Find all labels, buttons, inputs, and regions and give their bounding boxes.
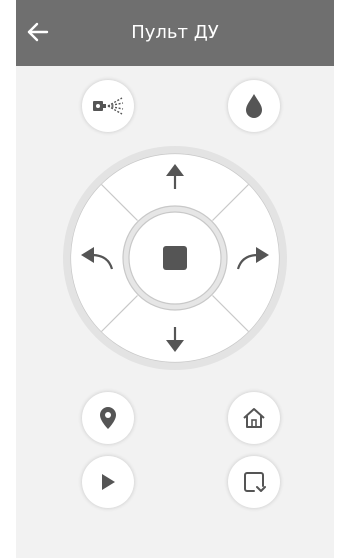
play-button[interactable] — [82, 456, 134, 508]
edge-square-icon — [244, 472, 266, 492]
home-icon — [243, 408, 265, 428]
stop-button[interactable] — [128, 211, 222, 305]
remote-control-screen: Пульт ДУ — [16, 0, 334, 558]
water-button[interactable] — [228, 80, 280, 132]
spray-button[interactable] — [82, 80, 134, 132]
home-button[interactable] — [228, 392, 280, 444]
direction-pad — [62, 145, 288, 371]
play-icon — [102, 474, 115, 490]
water-drop-icon — [246, 94, 262, 118]
app-header: Пульт ДУ — [16, 0, 334, 66]
edge-clean-button[interactable] — [228, 456, 280, 508]
locate-button[interactable] — [82, 392, 134, 444]
stop-square-icon — [163, 246, 187, 270]
location-pin-icon — [100, 407, 116, 429]
page-title: Пульт ДУ — [131, 22, 219, 43]
back-button[interactable] — [20, 14, 56, 50]
arrow-left-icon — [27, 22, 49, 42]
spray-icon — [93, 97, 124, 115]
